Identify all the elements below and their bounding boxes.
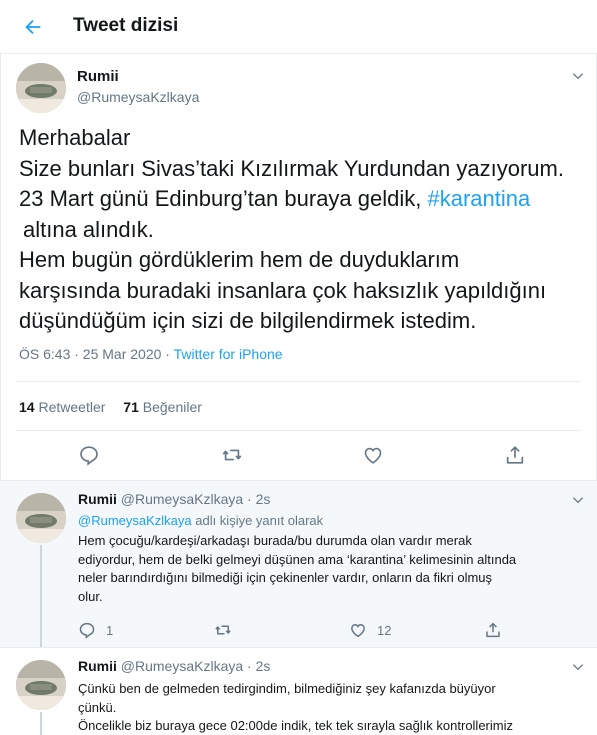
tweet-line: Hem bugün gördüklerim hem de duyduklarım xyxy=(19,247,460,272)
reply-text-line: neler barındırdığını bilmediği için çeki… xyxy=(78,570,493,585)
back-button[interactable] xyxy=(16,10,50,44)
author-handle[interactable]: @RumeysaKzlkaya xyxy=(121,491,243,507)
replying-to-label: adlı kişiye yanıt olarak xyxy=(191,513,324,528)
avatar[interactable] xyxy=(16,493,66,543)
divider xyxy=(16,381,581,382)
tweet-line-text: 23 Mart günü Edinburg’tan buraya geldik, xyxy=(19,186,428,211)
author-name[interactable]: Rumii xyxy=(77,68,119,85)
divider xyxy=(16,430,581,431)
likes-stat[interactable]: 71 Beğeniler xyxy=(123,399,202,415)
more-menu-button[interactable] xyxy=(568,657,588,677)
tweet-line: Size bunları Sivas’taki Kızılırmak Yurdu… xyxy=(19,155,564,181)
reply-actions: 1 12 xyxy=(78,619,508,641)
like-icon xyxy=(351,623,365,638)
reply-button[interactable] xyxy=(76,442,102,468)
more-menu-button[interactable] xyxy=(568,490,588,510)
retweet-button[interactable] xyxy=(213,619,233,641)
avatar[interactable] xyxy=(16,63,66,113)
retweets-stat[interactable]: 14 Retweetler xyxy=(19,399,105,415)
reply-tweet[interactable]: Rumii @RumeysaKzlkaya · 2s @RumeysaKzlka… xyxy=(0,481,597,647)
more-menu-button[interactable] xyxy=(568,66,588,86)
retweet-icon xyxy=(215,625,231,635)
author-name[interactable]: Rumii xyxy=(78,491,117,507)
like-button[interactable]: 12 xyxy=(349,619,391,641)
chevron-down-icon xyxy=(572,664,584,671)
chevron-down-icon xyxy=(572,497,584,504)
replying-to: @RumeysaKzlkaya adlı kişiye yanıt olarak xyxy=(78,513,323,528)
retweet-icon xyxy=(222,449,242,461)
author-name[interactable]: Rumii xyxy=(78,658,117,674)
reply-button[interactable]: 1 xyxy=(78,619,113,641)
tweet-line: altına alındık. xyxy=(23,216,154,242)
reply-text-line: Çünkü ben de gelmeden tedirgindim, bilme… xyxy=(78,681,496,696)
share-button[interactable] xyxy=(484,619,502,641)
reply-text-line: ediyordur, hem de belki gelmeyi düşünen … xyxy=(78,551,517,567)
tweet-actions xyxy=(0,442,597,472)
thread-connector xyxy=(40,545,42,647)
tweet-line: karşısında buradaki insanlara çok haksız… xyxy=(19,277,547,303)
retweet-button[interactable] xyxy=(219,442,245,468)
tweet-metadata: ÖS 6:43 · 25 Mar 2020 · Twitter for iPho… xyxy=(19,346,283,362)
page-title: Tweet dizisi xyxy=(73,15,179,36)
tweet-stats: 14 Retweetler 71 Beğeniler xyxy=(19,399,202,415)
likes-count: 71 xyxy=(123,399,139,415)
tweet-source-link[interactable]: Twitter for iPhone xyxy=(174,346,283,362)
tweet-text: Merhabalar Size bunları Sivas’taki Kızıl… xyxy=(19,123,579,337)
author-handle[interactable]: @RumeysaKzlkaya xyxy=(77,89,199,105)
reply-header: Rumii @RumeysaKzlkaya · 2s xyxy=(78,491,271,507)
reply-text-line: çünkü. xyxy=(78,699,117,715)
reply-count: 1 xyxy=(106,622,114,638)
reply-icon xyxy=(79,622,95,639)
likes-label: Beğeniler xyxy=(142,399,202,415)
reply-text-line: olur. xyxy=(78,588,103,604)
reply-tweet[interactable]: Rumii @RumeysaKzlkaya · 2s Çünkü ben de … xyxy=(0,648,597,735)
mention-link[interactable]: @RumeysaKzlkaya xyxy=(78,513,192,528)
reply-time[interactable]: 2s xyxy=(256,658,271,674)
chevron-down-icon xyxy=(572,73,584,80)
like-button[interactable] xyxy=(360,442,386,468)
back-arrow-icon xyxy=(25,19,41,35)
retweets-count: 14 xyxy=(19,399,35,415)
avatar[interactable] xyxy=(16,660,66,710)
reply-text-line: Hem çocuğu/kardeşi/arkadaşı burada/bu du… xyxy=(78,533,472,548)
retweets-label: Retweetler xyxy=(38,399,106,415)
tweet-timestamp[interactable]: ÖS 6:43 · 25 Mar 2020 xyxy=(19,346,161,362)
share-icon xyxy=(506,446,524,464)
header: Tweet dizisi xyxy=(0,0,597,54)
tweet-line: düşündüğüm için sizi de bilgilendirmek i… xyxy=(19,308,477,333)
tweet-line: 23 Mart günü Edinburg’tan buraya geldik,… xyxy=(19,184,579,215)
meta-separator: · xyxy=(161,346,174,362)
reply-header: Rumii @RumeysaKzlkaya · 2s xyxy=(78,658,271,674)
share-icon xyxy=(486,622,500,638)
author-handle[interactable]: @RumeysaKzlkaya xyxy=(121,658,243,674)
tweet-line: Merhabalar xyxy=(19,125,131,150)
like-icon xyxy=(364,447,382,464)
share-button[interactable] xyxy=(502,442,528,468)
reply-text-line: Öncelikle biz buraya gece 02:00de indik,… xyxy=(78,718,513,733)
thread-connector xyxy=(40,712,42,735)
like-count: 12 xyxy=(377,622,392,638)
hashtag-link[interactable]: #karantina xyxy=(427,186,530,211)
reply-icon xyxy=(80,446,98,466)
reply-time[interactable]: 2s xyxy=(256,491,271,507)
